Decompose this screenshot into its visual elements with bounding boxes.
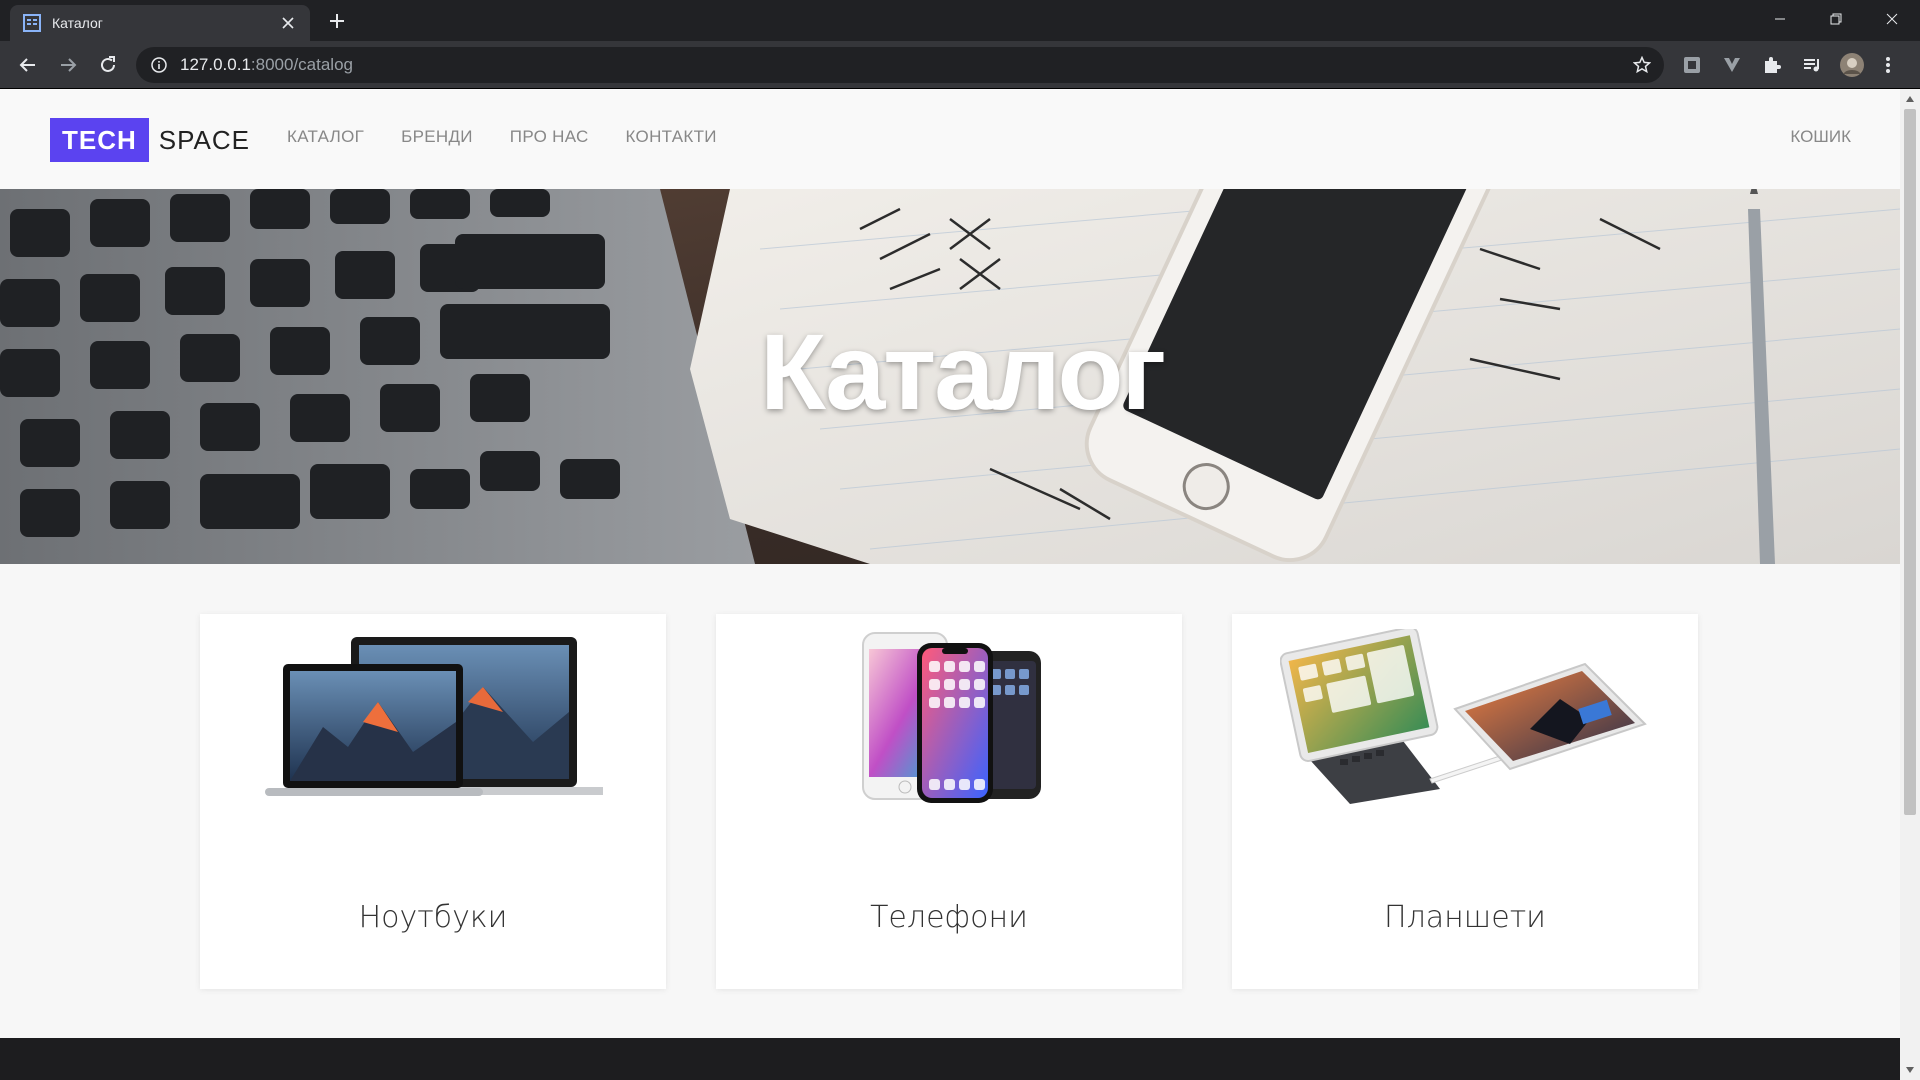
media-queue-icon[interactable] (1800, 53, 1824, 77)
logo-space: SPACE (158, 124, 250, 155)
back-icon[interactable] (14, 51, 42, 79)
reload-icon[interactable] (94, 51, 122, 79)
browser-menu-icon[interactable] (1882, 53, 1894, 77)
tablet-image (1232, 624, 1698, 809)
url-path: :8000/catalog (250, 55, 353, 74)
bookmark-star-icon[interactable] (1630, 53, 1654, 77)
close-window-icon[interactable] (1864, 0, 1920, 38)
page-viewport: TECH SPACE КАТАЛОГ БРЕНДИ ПРО НАС КОНТАК… (0, 89, 1900, 1080)
category-title-laptops: Ноутбуки (358, 900, 508, 935)
nav-link-brands[interactable]: БРЕНДИ (401, 127, 473, 147)
category-card-tablets[interactable]: Планшети (1232, 614, 1698, 989)
category-card-phones[interactable]: Телефони (716, 614, 1182, 989)
extension-v-icon[interactable] (1720, 53, 1744, 77)
tab-close-icon[interactable] (278, 13, 298, 33)
scroll-up-arrow-icon[interactable] (1900, 89, 1920, 109)
page-scrollbar[interactable] (1900, 89, 1920, 1080)
phone-image (716, 624, 1182, 809)
site-logo[interactable]: TECH SPACE (50, 118, 250, 162)
tab-title: Каталог (52, 15, 103, 31)
category-title-tablets: Планшети (1384, 900, 1546, 935)
profile-avatar[interactable] (1840, 53, 1864, 77)
window-controls (1752, 0, 1920, 41)
nav-link-catalog[interactable]: КАТАЛОГ (287, 127, 364, 147)
browser-toolbar: 127.0.0.1:8000/catalog (0, 41, 1920, 89)
extensions-puzzle-icon[interactable] (1760, 53, 1784, 77)
main-nav: КАТАЛОГ БРЕНДИ ПРО НАС КОНТАКТИ (287, 127, 717, 147)
cart-link[interactable]: КОШИК (1790, 127, 1851, 147)
browser-tab[interactable]: Каталог (10, 5, 310, 41)
nav-link-about[interactable]: ПРО НАС (510, 127, 589, 147)
scrollbar-thumb[interactable] (1904, 109, 1916, 815)
category-title-phones: Телефони (870, 900, 1028, 935)
hero-banner: Каталог (0, 189, 1900, 564)
nav-link-contacts[interactable]: КОНТАКТИ (626, 127, 717, 147)
minimize-icon[interactable] (1752, 0, 1808, 38)
site-footer (0, 1038, 1900, 1080)
restore-icon[interactable] (1808, 0, 1864, 38)
category-card-laptops[interactable]: Ноутбуки (200, 614, 666, 989)
scroll-down-arrow-icon[interactable] (1900, 1060, 1920, 1080)
hero-title: Каталог (760, 311, 1166, 432)
new-tab-button[interactable] (322, 9, 352, 33)
page-favicon-icon (22, 13, 42, 33)
browser-tabbar: Каталог (0, 0, 1920, 41)
site-header: TECH SPACE КАТАЛОГ БРЕНДИ ПРО НАС КОНТАК… (0, 89, 1900, 189)
address-bar[interactable]: 127.0.0.1:8000/catalog (136, 47, 1664, 83)
logo-tech: TECH (50, 118, 149, 162)
site-info-icon[interactable] (148, 54, 170, 76)
url-host: 127.0.0.1 (180, 55, 251, 74)
extension-square-icon[interactable] (1680, 53, 1704, 77)
laptop-image (200, 624, 666, 809)
category-cards: Ноутбуки Телефони Планшети (200, 614, 1698, 989)
forward-icon[interactable] (54, 51, 82, 79)
